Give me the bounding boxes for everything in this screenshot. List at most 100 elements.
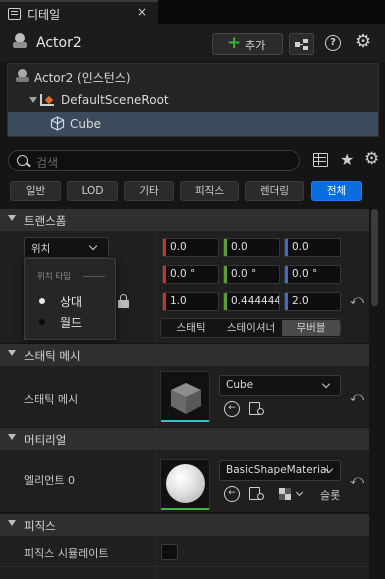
details-tab-icon xyxy=(8,8,21,20)
filter-tab-lod[interactable]: LOD xyxy=(67,181,118,201)
column-divider xyxy=(155,366,156,427)
actor-icon xyxy=(16,69,29,82)
field-value: 0.0 xyxy=(292,241,309,253)
location-type-popup: 위치 타입 상대 월드 xyxy=(24,258,116,340)
radio-selected-icon xyxy=(39,298,45,304)
rotation-y-field[interactable]: 0.0 ° xyxy=(223,265,280,284)
section-physics[interactable]: 피직스 xyxy=(0,514,369,536)
field-value: 0.444444 xyxy=(231,295,280,307)
use-selected-asset-icon[interactable]: ← xyxy=(224,486,240,502)
section-transform[interactable]: 트랜스폼 xyxy=(0,209,369,231)
static-mesh-dropdown[interactable]: Cube xyxy=(219,375,341,396)
lock-icon[interactable] xyxy=(118,294,130,308)
popup-option-world[interactable]: 월드 xyxy=(25,312,115,332)
field-value: 0.0 ° xyxy=(292,268,318,280)
material-dropdown[interactable]: BasicShapeMaterial xyxy=(219,460,341,481)
popup-option-relative[interactable]: 상대 xyxy=(25,291,115,311)
tree-item-cube[interactable]: Cube xyxy=(8,112,378,136)
location-type-dropdown[interactable]: 위치 xyxy=(24,237,109,258)
section-static-mesh[interactable]: 스태틱 메시 xyxy=(0,344,369,366)
rotation-x-field[interactable]: 0.0 ° xyxy=(162,265,219,284)
column-divider xyxy=(155,536,156,579)
plus-icon: + xyxy=(227,33,242,53)
tree-item-label: DefaultSceneRoot xyxy=(61,93,169,107)
tree-item-label: Actor2 (인스턴스) xyxy=(34,71,131,85)
simulate-physics-label: 피직스 시뮬레이트 xyxy=(24,547,109,560)
close-icon[interactable]: × xyxy=(137,5,147,19)
tree-item-default-scene-root[interactable]: DefaultSceneRoot xyxy=(8,88,378,112)
dropdown-label: 위치 xyxy=(31,243,51,255)
search-input[interactable]: 검색 xyxy=(8,150,300,171)
collapse-arrow-icon xyxy=(8,520,16,526)
section-materials[interactable]: 머티리얼 xyxy=(0,428,369,450)
use-selected-asset-icon[interactable]: ← xyxy=(224,401,240,417)
collapse-arrow-icon xyxy=(8,215,16,221)
rotation-z-field[interactable]: 0.0 ° xyxy=(284,265,341,284)
actor-name: Actor2 xyxy=(36,35,82,51)
section-title: 스태틱 메시 xyxy=(24,349,81,363)
field-value: 0.0 ° xyxy=(170,268,196,280)
static-mesh-icon xyxy=(50,116,65,131)
reset-to-default-icon[interactable]: ⤺ xyxy=(350,473,364,488)
browse-asset-icon[interactable] xyxy=(249,401,266,417)
field-value: 0.0 xyxy=(231,241,248,253)
tree-item-label: Cube xyxy=(70,117,101,131)
section-title: 트랜스폼 xyxy=(24,214,67,228)
filter-tab-all[interactable]: 전체 xyxy=(311,181,362,201)
property-matrix-icon[interactable] xyxy=(313,153,328,167)
hierarchy-icon xyxy=(295,39,309,50)
filter-tab-rendering[interactable]: 렌더링 xyxy=(245,181,304,201)
static-mesh-thumbnail[interactable] xyxy=(160,371,210,422)
scale-z-field[interactable]: 2.0 xyxy=(284,292,341,311)
mobility-static[interactable]: 스태틱 xyxy=(161,319,221,337)
filter-tab-misc[interactable]: 기타 xyxy=(124,181,174,201)
element-label: 엘리먼트 0 xyxy=(24,474,75,487)
popup-header: 위치 타입 xyxy=(37,272,71,282)
tab-bar: 디테일 × xyxy=(0,0,385,24)
add-component-button[interactable]: + 추가 xyxy=(212,33,283,55)
cube-mesh-icon xyxy=(168,380,204,416)
slot-label: 슬롯 xyxy=(320,489,341,502)
browse-asset-icon[interactable] xyxy=(249,486,266,502)
tab-details[interactable]: 디테일 × xyxy=(0,0,158,24)
location-x-field[interactable]: 0.0 xyxy=(162,238,219,257)
collapse-arrow-icon xyxy=(8,350,16,356)
scrollbar[interactable] xyxy=(371,209,378,306)
filter-tab-physics[interactable]: 피직스 xyxy=(180,181,239,201)
section-title: 피직스 xyxy=(24,519,56,533)
reset-to-default-icon[interactable]: ⤺ xyxy=(350,390,364,405)
popup-divider xyxy=(83,276,105,277)
scene-root-icon xyxy=(40,94,54,106)
column-divider xyxy=(155,231,156,343)
column-divider xyxy=(155,450,156,512)
chevron-down-icon xyxy=(88,241,98,251)
field-value: 0.0 xyxy=(170,241,187,253)
section-title: 머티리얼 xyxy=(24,433,67,447)
scale-x-field[interactable]: 1.0 xyxy=(162,292,219,311)
simulate-physics-checkbox[interactable] xyxy=(161,544,178,560)
static-mesh-label: 스태틱 메시 xyxy=(24,393,79,406)
checker-texture-icon[interactable] xyxy=(279,488,291,500)
tree-item-actor[interactable]: Actor2 (인스턴스) xyxy=(8,64,378,88)
location-z-field[interactable]: 0.0 xyxy=(284,238,341,257)
star-icon[interactable]: ★ xyxy=(340,150,354,169)
mobility-stationary[interactable]: 스테이셔너 xyxy=(221,319,281,337)
add-button-label: 추가 xyxy=(245,39,266,52)
reset-to-default-icon[interactable]: ⤺ xyxy=(350,293,364,308)
blueprint-hierarchy-button[interactable] xyxy=(289,33,314,55)
component-tree: Actor2 (인스턴스) DefaultSceneRoot Cube xyxy=(7,63,379,137)
material-thumbnail[interactable] xyxy=(160,459,210,510)
filter-tab-general[interactable]: 일반 xyxy=(10,181,61,201)
field-value: 1.0 xyxy=(170,295,187,307)
option-label: 상대 xyxy=(60,295,83,309)
scale-y-field[interactable]: 0.444444 xyxy=(223,292,280,311)
actor-icon xyxy=(12,33,28,49)
location-y-field[interactable]: 0.0 xyxy=(223,238,280,257)
search-placeholder: 검색 xyxy=(36,156,59,170)
mobility-toggle: 스태틱 스테이셔너 무버블 xyxy=(160,318,341,338)
mobility-movable[interactable]: 무버블 xyxy=(282,320,340,336)
field-value: 2.0 xyxy=(292,295,309,307)
gear-icon[interactable]: ⚙ xyxy=(355,31,371,52)
settings-gear-icon[interactable]: ⚙ xyxy=(364,149,379,169)
help-icon[interactable]: ? xyxy=(325,35,341,51)
